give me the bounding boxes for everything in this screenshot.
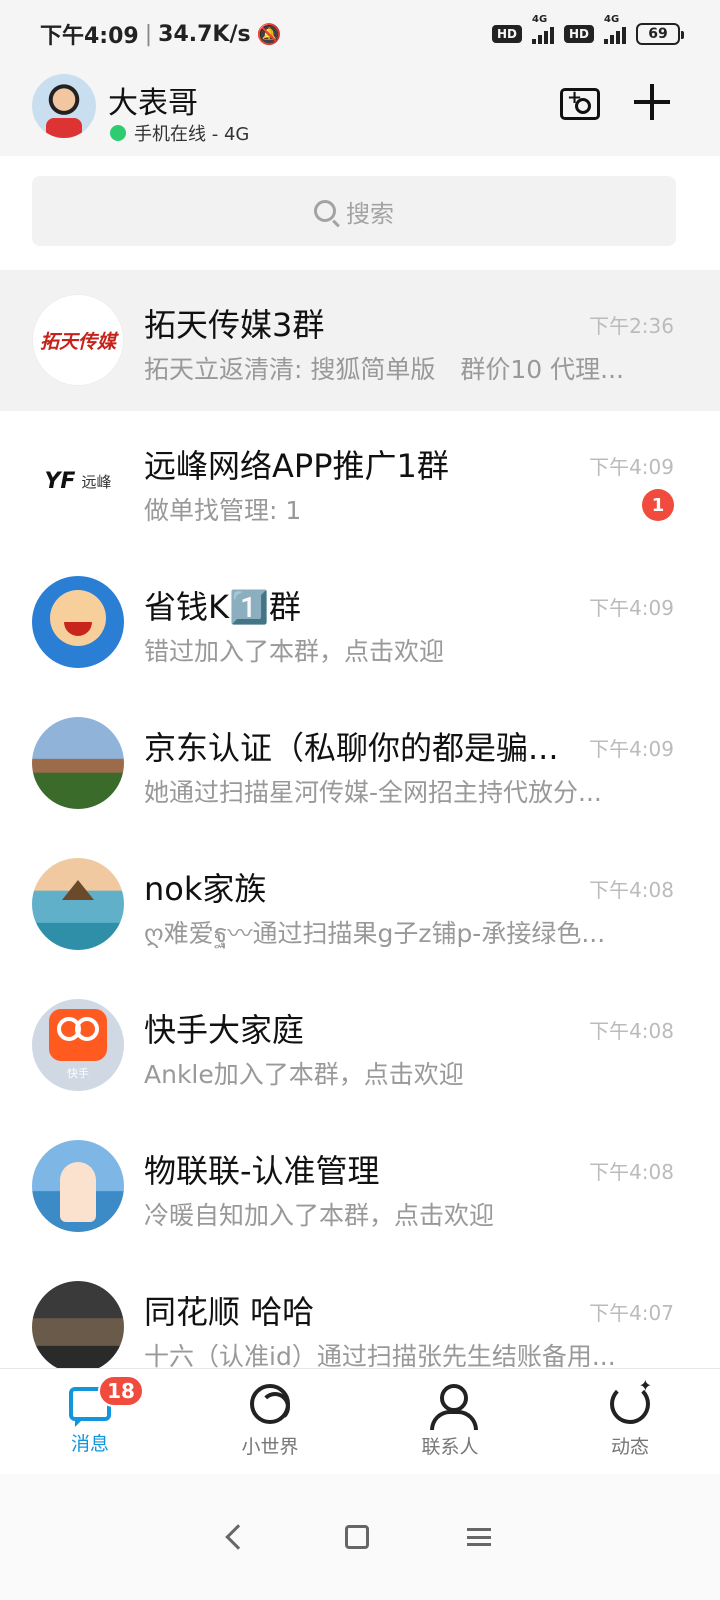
unread-badge: 1 (642, 489, 674, 521)
search-icon (314, 200, 336, 222)
status-bar: 下午4:09 | 34.7K/s 🔕 HD 4G HD 4G 69 (0, 0, 720, 68)
group-avatar (32, 576, 124, 668)
chat-title: nok家族 (144, 870, 267, 908)
chat-title: 省钱K1️⃣群 (144, 588, 301, 626)
chat-time: 下午4:09 (589, 737, 674, 761)
world-icon (250, 1384, 290, 1424)
tab-messages[interactable]: 消息 18 (0, 1369, 180, 1474)
tab-small-world[interactable]: 小世界 (180, 1369, 360, 1474)
chat-row[interactable]: 拓天传媒 拓天传媒3群 下午2:36 拓天立返清清: 搜狐简单版 群价10 代理… (0, 270, 720, 411)
online-dot-icon (110, 125, 126, 141)
chat-preview: 十六（认准id）通过扫描张先生结账备用... (144, 1342, 616, 1368)
chat-row[interactable]: 物联联-认准管理 下午4:08 冷暖自知加入了本群，点击欢迎 (0, 1116, 720, 1257)
chat-title: 物联联-认准管理 (144, 1152, 380, 1190)
group-avatar (32, 858, 124, 950)
chat-preview: Ankle加入了本群，点击欢迎 (144, 1060, 464, 1089)
chat-time: 下午4:08 (589, 1160, 674, 1184)
hd-badge: HD (563, 25, 594, 43)
back-icon[interactable] (225, 1524, 251, 1550)
system-nav-bar (0, 1474, 720, 1600)
chat-preview: 冷暖自知加入了本群，点击欢迎 (144, 1201, 495, 1230)
tab-contacts[interactable]: 联系人 (360, 1369, 540, 1474)
clock: 下午4:09 (40, 24, 139, 49)
chat-time: 下午4:08 (589, 878, 674, 902)
group-avatar (32, 1140, 124, 1232)
tab-label: 联系人 (421, 1436, 479, 1458)
app-header: 大表哥 手机在线 - 4G (0, 68, 720, 156)
hd-badge: HD (491, 25, 522, 43)
chat-preview: 错过加入了本群，点击欢迎 (144, 637, 445, 666)
chat-time: 下午2:36 (589, 314, 674, 338)
chat-time: 下午4:07 (589, 1301, 674, 1325)
group-avatar (32, 1281, 124, 1368)
chat-preview: ღ难爱ฐ〰通过扫描果g子z铺p-承接绿色... (144, 919, 606, 948)
chat-title: 京东认证（私聊你的都是骗... (144, 729, 559, 767)
chat-row[interactable]: nok家族 下午4:08 ღ难爱ฐ〰通过扫描果g子z铺p-承接绿色... (0, 834, 720, 975)
separator: | (144, 21, 153, 47)
chat-list: 拓天传媒 拓天传媒3群 下午2:36 拓天立返清清: 搜狐简单版 群价10 代理… (0, 270, 720, 1368)
search-placeholder: 搜索 (346, 199, 394, 228)
feed-icon (610, 1376, 652, 1424)
chat-title: 同花顺 哈哈 (144, 1293, 315, 1331)
menu-icon[interactable] (467, 1528, 491, 1546)
group-avatar: 快手 (32, 999, 124, 1091)
chat-time: 下午4:09 (589, 596, 674, 620)
chat-title: 远峰网络APP推广1群 (144, 447, 449, 485)
signal-icon: 4G (604, 14, 626, 44)
chat-row[interactable]: YF 远峰 远峰网络APP推广1群 下午4:09 做单找管理: 1 1 (0, 411, 720, 552)
tab-label: 消息 (70, 1433, 109, 1455)
chat-preview: 她通过扫描星河传媒-全网招主持代放分... (144, 778, 602, 807)
chat-title: 快手大家庭 (144, 1011, 305, 1049)
network-speed: 34.7K/s (158, 21, 251, 47)
group-avatar (32, 717, 124, 809)
bottom-tab-bar: 消息 18 小世界 联系人 动态 (0, 1368, 720, 1474)
chat-preview: 做单找管理: 1 (144, 496, 302, 525)
chat-row[interactable]: 快手 快手大家庭 下午4:08 Ankle加入了本群，点击欢迎 (0, 975, 720, 1116)
online-status[interactable]: 手机在线 - 4G (110, 120, 249, 146)
chat-time: 下午4:09 (589, 455, 674, 479)
mute-bell-icon: 🔕 (256, 22, 282, 46)
signal-icon: 4G (531, 14, 554, 44)
online-status-text: 手机在线 - 4G (134, 124, 250, 145)
user-name[interactable]: 大表哥 (108, 78, 198, 122)
tab-feed[interactable]: 动态 (540, 1369, 720, 1474)
chat-row[interactable]: 京东认证（私聊你的都是骗... 下午4:09 她通过扫描星河传媒-全网招主持代放… (0, 693, 720, 834)
contacts-icon (430, 1384, 478, 1430)
group-avatar: 拓天传媒 (32, 294, 124, 386)
chat-row[interactable]: 省钱K1️⃣群 下午4:09 错过加入了本群，点击欢迎 (0, 552, 720, 693)
camera-icon[interactable] (560, 87, 600, 120)
home-icon[interactable] (345, 1525, 369, 1549)
chat-title: 拓天传媒3群 (144, 306, 325, 344)
group-avatar: YF 远峰 (32, 435, 124, 527)
chat-row[interactable]: 同花顺 哈哈 下午4:07 十六（认准id）通过扫描张先生结账备用... (0, 1257, 720, 1368)
add-icon[interactable] (632, 82, 672, 122)
search-input[interactable]: 搜索 (32, 176, 676, 246)
chat-preview: 拓天立返清清: 搜狐简单版 群价10 代理... (144, 355, 624, 384)
unread-count-badge: 18 (98, 1375, 144, 1407)
kuaishou-logo-icon (49, 1009, 107, 1061)
tab-label: 动态 (610, 1436, 649, 1458)
tab-label: 小世界 (241, 1436, 299, 1458)
battery-icon: 69 (636, 23, 684, 45)
chat-time: 下午4:08 (589, 1019, 674, 1043)
user-avatar[interactable] (32, 74, 96, 138)
